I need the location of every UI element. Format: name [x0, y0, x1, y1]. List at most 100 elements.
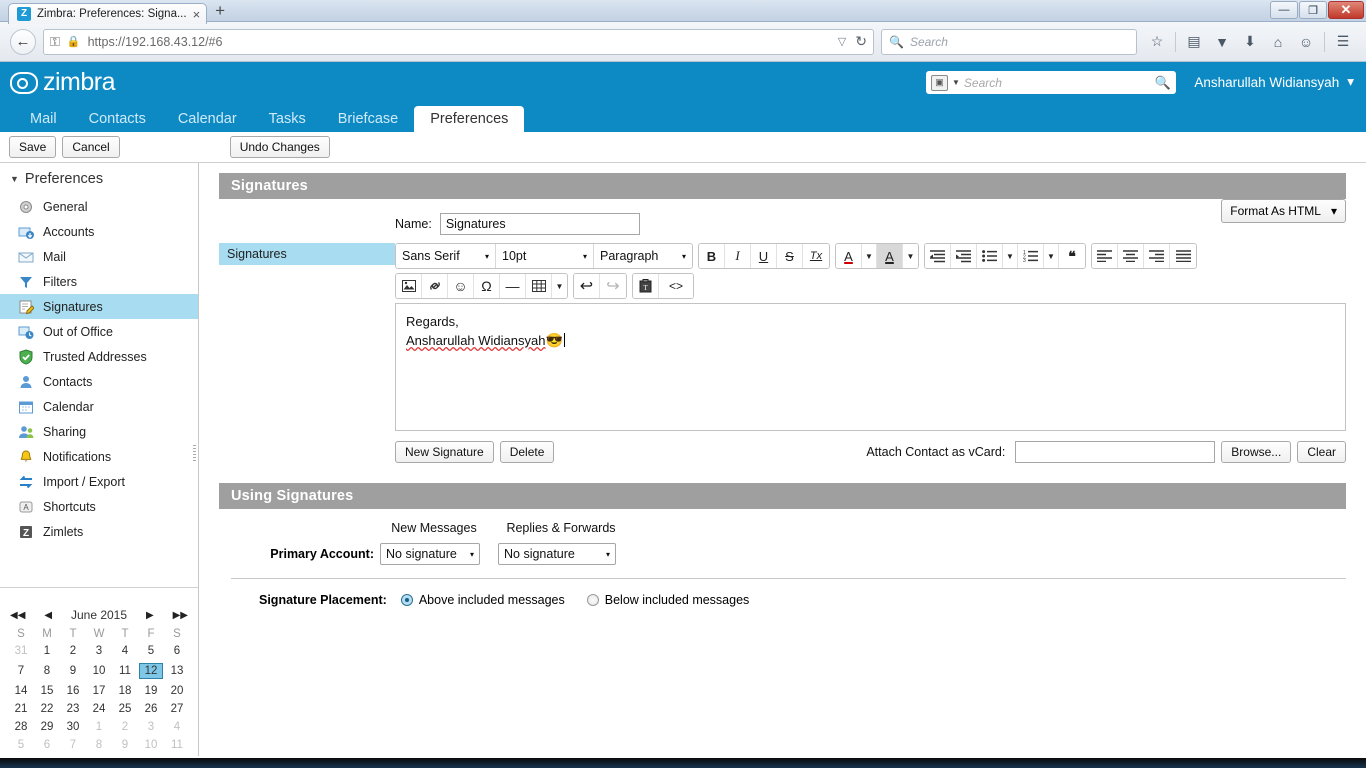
font-color-button[interactable]: A [836, 244, 862, 268]
calendar-day-cell[interactable]: 20 [164, 682, 190, 700]
new-tab-button[interactable]: + [215, 1, 225, 21]
source-code-button[interactable]: <> [659, 274, 693, 298]
block-quote-button[interactable]: ❝ [1059, 244, 1085, 268]
paste-as-text-button[interactable]: T [633, 274, 659, 298]
list-item[interactable]: Signatures [219, 243, 395, 265]
sidebar-item-out-of-office[interactable]: Out of Office [0, 319, 198, 344]
font-size-select[interactable]: 10pt ▾ [496, 244, 594, 268]
browse-button[interactable]: Browse... [1221, 441, 1292, 463]
sidebar-header[interactable]: ▼ Preferences [0, 163, 198, 194]
signature-content-editor[interactable]: Regards, Ansharullah Widiansyah😎 [395, 303, 1346, 431]
indent-button[interactable] [951, 244, 977, 268]
calendar-day-cell[interactable]: 31 [8, 642, 34, 660]
user-menu[interactable]: Ansharullah Widiansyah ▾ [1194, 74, 1354, 90]
sidebar-resize-grip[interactable] [193, 445, 196, 463]
insert-table-button[interactable] [526, 274, 552, 298]
sidebar-item-calendar[interactable]: Calendar [0, 394, 198, 419]
calendar-day-cell[interactable]: 27 [164, 700, 190, 718]
calendar-day-cell[interactable]: 16 [60, 682, 86, 700]
tab-tasks[interactable]: Tasks [253, 106, 322, 132]
sidebar-item-signatures[interactable]: Signatures [0, 294, 198, 319]
calendar-day-cell[interactable]: 15 [34, 682, 60, 700]
radio-above-included[interactable] [400, 594, 413, 606]
horizontal-rule-button[interactable]: — [500, 274, 526, 298]
calendar-day-cell[interactable]: 9 [112, 736, 138, 754]
tab-calendar[interactable]: Calendar [162, 106, 253, 132]
calendar-day-cell[interactable]: 8 [34, 660, 60, 682]
pocket-icon[interactable]: ▼ [1209, 29, 1235, 55]
sidebar-item-trusted-addresses[interactable]: Trusted Addresses [0, 344, 198, 369]
reader-view-icon[interactable]: ▤ [1181, 29, 1207, 55]
calendar-day-cell[interactable]: 1 [34, 642, 60, 660]
clear-button[interactable]: Clear [1297, 441, 1346, 463]
calendar-day-cell[interactable]: 4 [164, 718, 190, 736]
close-tab-icon[interactable]: × [193, 8, 201, 21]
calendar-day-cell[interactable]: 4 [112, 642, 138, 660]
align-left-button[interactable] [1092, 244, 1118, 268]
prev-month-icon[interactable]: ◀ [44, 610, 52, 621]
calendar-day-cell[interactable]: 29 [34, 718, 60, 736]
calendar-day-cell[interactable]: 22 [34, 700, 60, 718]
calendar-day-cell[interactable]: 24 [86, 700, 112, 718]
sidebar-item-contacts[interactable]: Contacts [0, 369, 198, 394]
calendar-day-cell[interactable]: 10 [86, 660, 112, 682]
insert-symbol-button[interactable]: Ω [474, 274, 500, 298]
strikethrough-button[interactable]: S [777, 244, 803, 268]
bulleted-list-button[interactable] [977, 244, 1003, 268]
format-as-html-select[interactable]: Format As HTML ▾ [1221, 199, 1346, 223]
align-right-button[interactable] [1144, 244, 1170, 268]
align-justify-button[interactable] [1170, 244, 1196, 268]
radio-below-included[interactable] [586, 594, 599, 606]
placement-below-option[interactable]: Below included messages [586, 593, 749, 607]
browser-tab[interactable]: Z Zimbra: Preferences: Signa... × [8, 3, 208, 24]
tab-mail[interactable]: Mail [14, 106, 73, 132]
calendar-day-cell[interactable]: 10 [138, 736, 164, 754]
paragraph-style-select[interactable]: Paragraph ▾ [594, 244, 692, 268]
cancel-button[interactable]: Cancel [62, 136, 120, 158]
search-scope-icon[interactable]: ▣ [931, 74, 948, 91]
next-month-icon[interactable]: ▶ [146, 610, 154, 621]
calendar-day-cell[interactable]: 14 [8, 682, 34, 700]
calendar-day-cell[interactable]: 21 [8, 700, 34, 718]
sidebar-item-filters[interactable]: Filters [0, 269, 198, 294]
restore-button[interactable]: ❐ [1299, 1, 1327, 19]
sidebar-item-import-export[interactable]: Import / Export [0, 469, 198, 494]
minimize-button[interactable]: — [1270, 1, 1298, 19]
underline-button[interactable]: U [751, 244, 777, 268]
bookmark-star-icon[interactable]: ☆ [1144, 29, 1170, 55]
calendar-day-cell[interactable]: 7 [8, 660, 34, 682]
search-submit-icon[interactable]: 🔍 [1155, 75, 1171, 91]
calendar-day-cell[interactable]: 17 [86, 682, 112, 700]
hamburger-menu-icon[interactable]: ☰ [1330, 29, 1356, 55]
redo-button[interactable]: ↪ [600, 274, 626, 298]
insert-link-button[interactable] [422, 274, 448, 298]
zimbra-logo[interactable]: zimbra [10, 68, 116, 97]
calendar-day-cell[interactable]: 5 [8, 736, 34, 754]
new-messages-signature-select[interactable]: No signature ▾ [380, 543, 480, 565]
calendar-day-cell[interactable]: 28 [8, 718, 34, 736]
zimbra-search-input[interactable]: ▣ ▼ Search 🔍 [926, 71, 1176, 94]
chevron-down-icon[interactable]: ▼ [552, 274, 567, 298]
browser-search-input[interactable]: 🔍 Search [881, 28, 1137, 55]
insert-emoticon-button[interactable]: ☺ [448, 274, 474, 298]
calendar-day-cell[interactable]: 11 [112, 660, 138, 682]
sidebar-item-general[interactable]: General [0, 194, 198, 219]
delete-signature-button[interactable]: Delete [499, 441, 555, 463]
calendar-day-cell[interactable]: 8 [86, 736, 112, 754]
font-family-select[interactable]: Sans Serif ▾ [396, 244, 496, 268]
calendar-day-cell[interactable]: 26 [138, 700, 164, 718]
calendar-day-cell[interactable]: 18 [112, 682, 138, 700]
calendar-day-cell[interactable]: 5 [138, 642, 164, 660]
sidebar-item-zimlets[interactable]: Z Zimlets [0, 519, 198, 544]
calendar-day-cell[interactable]: 19 [138, 682, 164, 700]
tab-contacts[interactable]: Contacts [73, 106, 162, 132]
chevron-down-icon[interactable]: ▼ [862, 244, 877, 268]
downloads-icon[interactable]: ⬇ [1237, 29, 1263, 55]
calendar-day-cell[interactable]: 6 [164, 642, 190, 660]
home-icon[interactable]: ⌂ [1265, 29, 1291, 55]
align-center-button[interactable] [1118, 244, 1144, 268]
sync-smiley-icon[interactable]: ☺ [1293, 29, 1319, 55]
italic-button[interactable]: I [725, 244, 751, 268]
calendar-day-cell[interactable]: 2 [60, 642, 86, 660]
chevron-down-icon[interactable]: ▼ [1044, 244, 1059, 268]
